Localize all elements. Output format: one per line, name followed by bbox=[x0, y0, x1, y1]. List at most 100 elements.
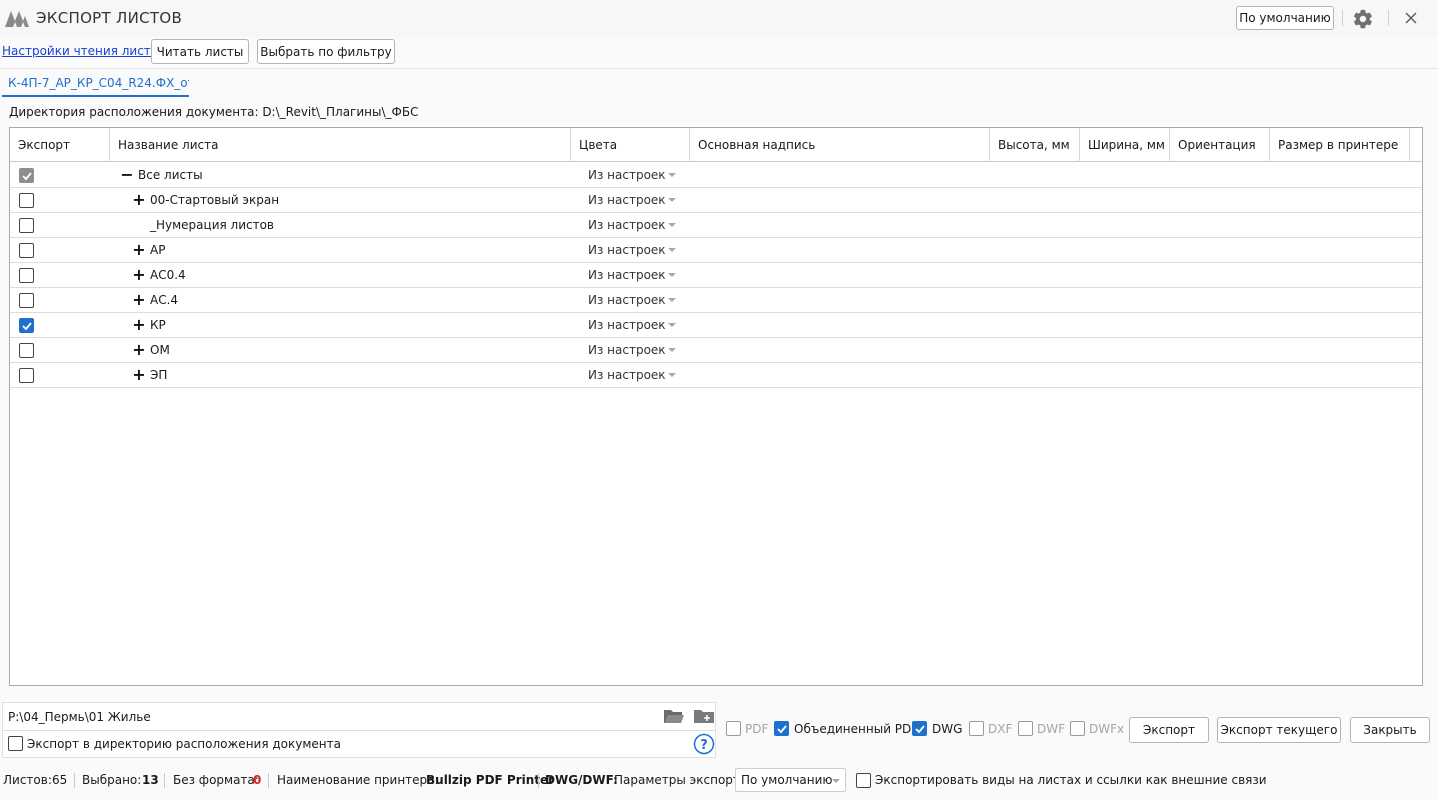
dwg-checkbox[interactable] bbox=[912, 721, 927, 736]
sheet-name: ЭП bbox=[150, 368, 168, 382]
export-checkbox[interactable] bbox=[19, 243, 34, 258]
pdf-checkbox[interactable] bbox=[726, 721, 741, 736]
export-path-input[interactable]: P:\04_Пермь\01 Жилье bbox=[8, 710, 151, 724]
colors-select[interactable]: Из настроек bbox=[588, 168, 666, 182]
sheets-grid: Экспорт Название листа Цвета Основная на… bbox=[9, 127, 1423, 686]
column-header-export[interactable]: Экспорт bbox=[10, 128, 110, 162]
column-header-title-block[interactable]: Основная надпись bbox=[690, 128, 990, 162]
export-to-doc-dir-checkbox[interactable] bbox=[8, 736, 23, 751]
chevron-down-icon bbox=[668, 373, 676, 377]
expand-icon[interactable]: + bbox=[132, 266, 146, 284]
combined-pdf-checkbox[interactable] bbox=[774, 721, 789, 736]
no-format-label: Без формата: bbox=[173, 773, 259, 787]
column-header-width[interactable]: Ширина, мм bbox=[1080, 128, 1170, 162]
column-header-colors[interactable]: Цвета bbox=[571, 128, 690, 162]
colors-select[interactable]: Из настроек bbox=[588, 343, 666, 357]
check-icon bbox=[22, 322, 32, 331]
read-sheets-button[interactable]: Читать листы bbox=[151, 39, 249, 64]
table-row[interactable]: + ЭП Из настроек bbox=[10, 363, 1422, 388]
colors-select[interactable]: Из настроек bbox=[588, 318, 666, 332]
expand-icon[interactable]: + bbox=[132, 316, 146, 334]
window-title: ЭКСПОРТ ЛИСТОВ bbox=[36, 9, 183, 27]
defaults-button[interactable]: По умолчанию bbox=[1236, 6, 1334, 30]
export-checkbox[interactable] bbox=[19, 343, 34, 358]
export-checkbox[interactable] bbox=[19, 168, 34, 183]
table-row[interactable]: − Все листы Из настроек bbox=[10, 163, 1422, 188]
gear-icon[interactable] bbox=[1352, 8, 1374, 30]
sheets-count-value: 65 bbox=[52, 773, 68, 787]
new-folder-icon[interactable] bbox=[693, 707, 715, 725]
svg-text:?: ? bbox=[700, 738, 708, 753]
column-header-sheet-name[interactable]: Название листа bbox=[110, 128, 571, 162]
check-icon bbox=[22, 172, 32, 181]
tab-indicator bbox=[2, 95, 189, 97]
export-button[interactable]: Экспорт bbox=[1129, 717, 1209, 743]
chevron-down-icon bbox=[668, 248, 676, 252]
sheet-name: АР bbox=[150, 243, 166, 257]
separator bbox=[164, 773, 165, 788]
open-folder-icon[interactable] bbox=[663, 707, 685, 725]
table-row[interactable]: + КР Из настроек bbox=[10, 313, 1422, 338]
check-icon bbox=[915, 725, 925, 734]
grid-header: Экспорт Название листа Цвета Основная на… bbox=[10, 128, 1422, 162]
export-checkbox[interactable] bbox=[19, 368, 34, 383]
export-checkbox[interactable] bbox=[19, 293, 34, 308]
printer-name-label: Наименование принтера: bbox=[277, 773, 439, 787]
select-by-filter-button[interactable]: Выбрать по фильтру bbox=[257, 39, 395, 64]
sheet-name: АС.4 bbox=[150, 293, 179, 307]
export-params-select[interactable]: По умолчанию bbox=[735, 768, 846, 792]
expand-icon[interactable]: + bbox=[132, 341, 146, 359]
table-row[interactable]: _Нумерация листов Из настроек bbox=[10, 213, 1422, 238]
export-params-label: Параметры экспорта: bbox=[614, 773, 752, 787]
colors-select[interactable]: Из настроек bbox=[588, 268, 666, 282]
help-icon[interactable]: ? bbox=[693, 733, 715, 755]
table-row[interactable]: + АС0.4 Из настроек bbox=[10, 263, 1422, 288]
dwf-label: DWF bbox=[1037, 722, 1066, 736]
table-row[interactable]: + ОМ Из настроек bbox=[10, 338, 1422, 363]
close-button[interactable]: Закрыть bbox=[1350, 717, 1430, 743]
export-checkbox[interactable] bbox=[19, 318, 34, 333]
expand-icon[interactable]: + bbox=[132, 366, 146, 384]
dwf-checkbox[interactable] bbox=[1018, 721, 1033, 736]
dxf-checkbox[interactable] bbox=[969, 721, 984, 736]
close-icon[interactable] bbox=[1402, 9, 1420, 27]
export-current-button[interactable]: Экспорт текущего bbox=[1217, 717, 1341, 743]
dwfx-checkbox[interactable] bbox=[1070, 721, 1085, 736]
read-settings-link[interactable]: Настройки чтения листов bbox=[2, 44, 165, 58]
sheet-name: 00-Стартовый экран bbox=[150, 193, 280, 207]
table-row[interactable]: + АС.4 Из настроек bbox=[10, 288, 1422, 313]
colors-select[interactable]: Из настроек bbox=[588, 243, 666, 257]
app-logo-icon bbox=[5, 11, 29, 27]
export-checkbox[interactable] bbox=[19, 218, 34, 233]
colors-select[interactable]: Из настроек bbox=[588, 193, 666, 207]
expand-icon[interactable]: + bbox=[132, 291, 146, 309]
colors-select[interactable]: Из настроек bbox=[588, 218, 666, 232]
divider bbox=[0, 68, 1438, 69]
column-header-printer-size[interactable]: Размер в принтере bbox=[1270, 128, 1410, 162]
document-directory-label: Директория расположения документа: D:\_R… bbox=[9, 105, 419, 119]
separator bbox=[268, 773, 269, 788]
sheet-name: АС0.4 bbox=[150, 268, 186, 282]
tab-document[interactable]: К-4П-7_АР_КР_С04_R24.ФХ_отс... bbox=[2, 76, 189, 96]
table-row[interactable]: + АР Из настроек bbox=[10, 238, 1422, 263]
export-views-label: Экспортировать виды на листах и ссылки к… bbox=[875, 773, 1267, 787]
chevron-down-icon bbox=[832, 779, 840, 783]
colors-select[interactable]: Из настроек bbox=[588, 368, 666, 382]
sheets-count-label: Листов: bbox=[3, 773, 52, 787]
collapse-icon[interactable]: − bbox=[120, 166, 134, 184]
column-header-orientation[interactable]: Ориентация bbox=[1170, 128, 1270, 162]
pdf-label: PDF bbox=[745, 722, 769, 736]
expand-icon[interactable]: + bbox=[132, 241, 146, 259]
expand-icon[interactable]: + bbox=[132, 191, 146, 209]
printer-name-value: Bullzip PDF Printer bbox=[426, 773, 555, 787]
export-views-checkbox[interactable] bbox=[856, 773, 871, 788]
title-bar: ЭКСПОРТ ЛИСТОВ По умолчанию bbox=[0, 0, 1438, 36]
column-header-height[interactable]: Высота, мм bbox=[990, 128, 1080, 162]
table-row[interactable]: +00-Стартовый экран Из настроек bbox=[10, 188, 1422, 213]
chevron-down-icon bbox=[668, 173, 676, 177]
colors-select[interactable]: Из настроек bbox=[588, 293, 666, 307]
check-icon bbox=[777, 725, 787, 734]
export-checkbox[interactable] bbox=[19, 193, 34, 208]
sheet-name: ОМ bbox=[150, 343, 170, 357]
export-checkbox[interactable] bbox=[19, 268, 34, 283]
